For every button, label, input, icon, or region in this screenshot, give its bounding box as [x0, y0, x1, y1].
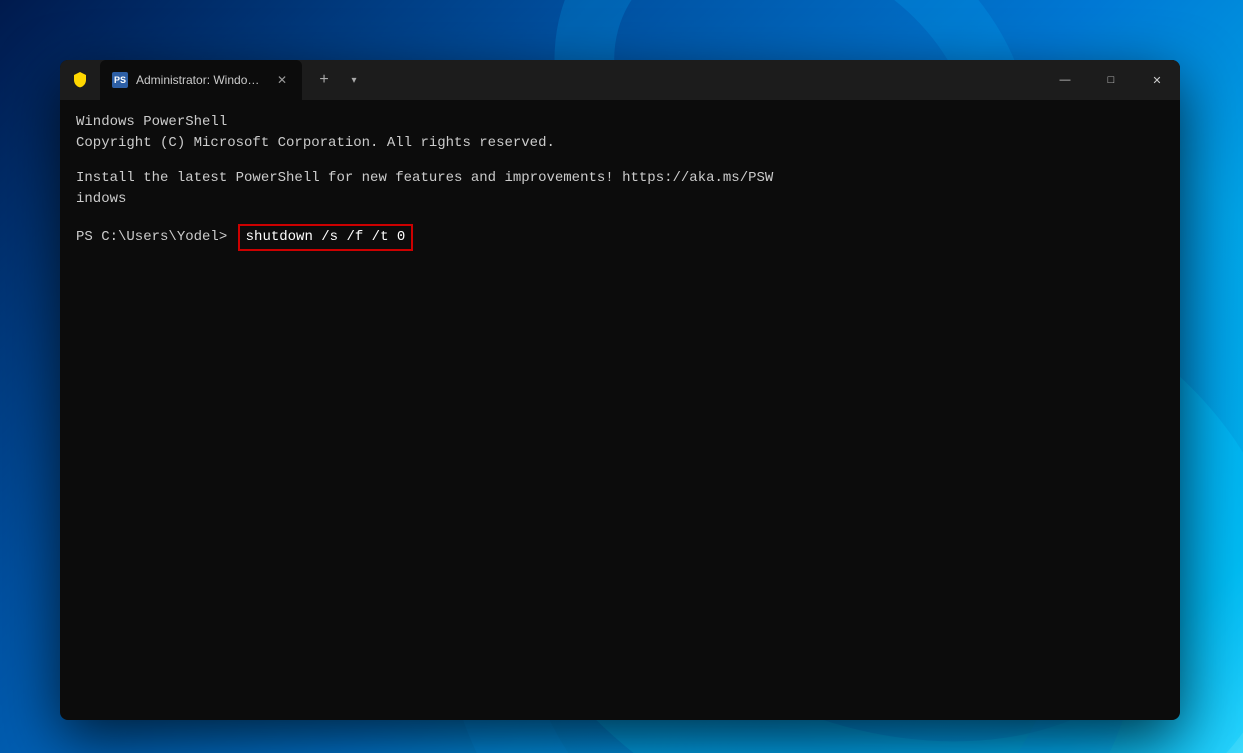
command-text[interactable]: shutdown /s /f /t 0: [238, 224, 414, 251]
output-line-4: indows: [76, 189, 1164, 210]
spacer-2: [76, 210, 1164, 224]
spacer-1: [76, 154, 1164, 168]
window-controls: — □ ✕: [1042, 60, 1180, 100]
prompt-text: PS C:\Users\Yodel>: [76, 227, 236, 248]
tab-close-button[interactable]: ✕: [274, 72, 290, 88]
active-tab[interactable]: PS Administrator: Windows Powe ✕: [100, 60, 302, 100]
shield-icon: [72, 72, 88, 88]
tab-controls: + ▾: [302, 60, 374, 100]
tab-title: Administrator: Windows Powe: [136, 73, 266, 87]
output-line-1: Windows PowerShell: [76, 112, 1164, 133]
maximize-button[interactable]: □: [1088, 60, 1134, 100]
output-line-2: Copyright (C) Microsoft Corporation. All…: [76, 133, 1164, 154]
powershell-icon: PS: [112, 72, 128, 88]
terminal-window: PS Administrator: Windows Powe ✕ + ▾ — □…: [60, 60, 1180, 720]
minimize-button[interactable]: —: [1042, 60, 1088, 100]
title-bar: PS Administrator: Windows Powe ✕ + ▾ — □…: [60, 60, 1180, 100]
tab-area: PS Administrator: Windows Powe ✕ + ▾: [100, 60, 1042, 100]
terminal-content[interactable]: Windows PowerShell Copyright (C) Microso…: [60, 100, 1180, 720]
dropdown-button[interactable]: ▾: [342, 66, 366, 94]
prompt-line: PS C:\Users\Yodel> shutdown /s /f /t 0: [76, 224, 1164, 251]
new-tab-button[interactable]: +: [310, 66, 338, 94]
shield-icon-area: [60, 72, 100, 88]
close-button[interactable]: ✕: [1134, 60, 1180, 100]
output-line-3: Install the latest PowerShell for new fe…: [76, 168, 1164, 189]
